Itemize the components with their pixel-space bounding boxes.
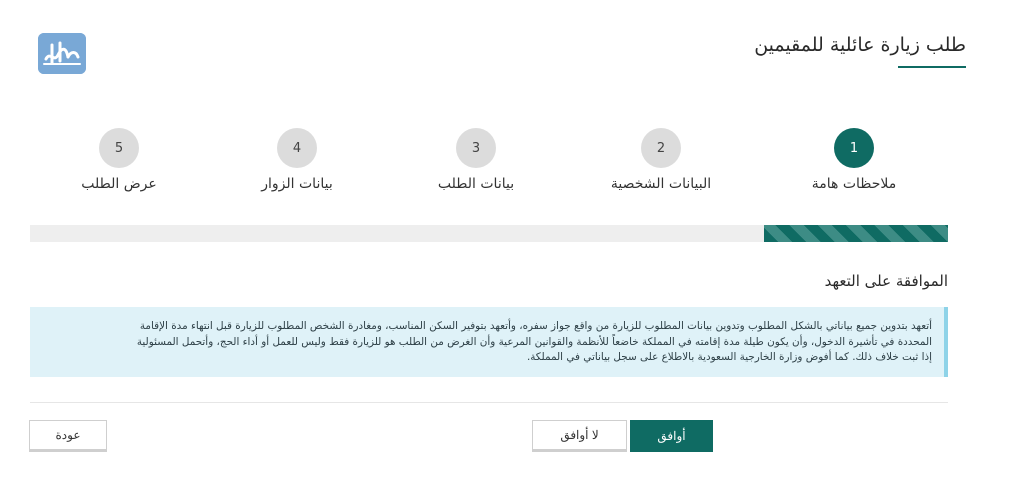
page-title: طلب زيارة عائلية للمقيمين [754,34,966,56]
pledge-notice: أتعهد بتدوين جميع بياناتي بالشكل المطلوب… [30,307,948,377]
pledge-text-line-1: أتعهد بتدوين جميع بياناتي بالشكل المطلوب… [139,320,932,332]
pledge-text-line-3: إذا ثبت خلاف ذلك. كما أفوض وزارة الخارجي… [526,351,932,363]
step-5-circle[interactable]: 5 [99,128,139,168]
section-heading: الموافقة على التعهد [824,272,948,290]
disagree-button[interactable]: لا أوافق [532,420,627,452]
progress-bar [30,225,948,242]
divider [30,402,948,403]
step-1-circle[interactable]: 1 [834,128,874,168]
title-underline [898,66,966,68]
agree-button[interactable]: أوافق [630,420,713,452]
progress-bar-fill [764,225,948,242]
step-4-circle[interactable]: 4 [277,128,317,168]
site-logo[interactable] [38,33,86,74]
step-2-circle[interactable]: 2 [641,128,681,168]
pledge-text-line-2: المحددة في تأشيرة الدخول، وأن يكون طيلة … [136,335,932,348]
step-4-label: بيانات الزوار [261,176,333,192]
logo-calligraphy-icon [38,33,86,74]
step-3-label: بيانات الطلب [437,176,515,192]
step-3-circle[interactable]: 3 [456,128,496,168]
step-2-label: البيانات الشخصية [610,176,712,192]
back-button[interactable]: عودة [29,420,107,452]
step-1-label: ملاحظات هامة [811,176,897,192]
step-5-label: عرض الطلب [81,176,157,192]
